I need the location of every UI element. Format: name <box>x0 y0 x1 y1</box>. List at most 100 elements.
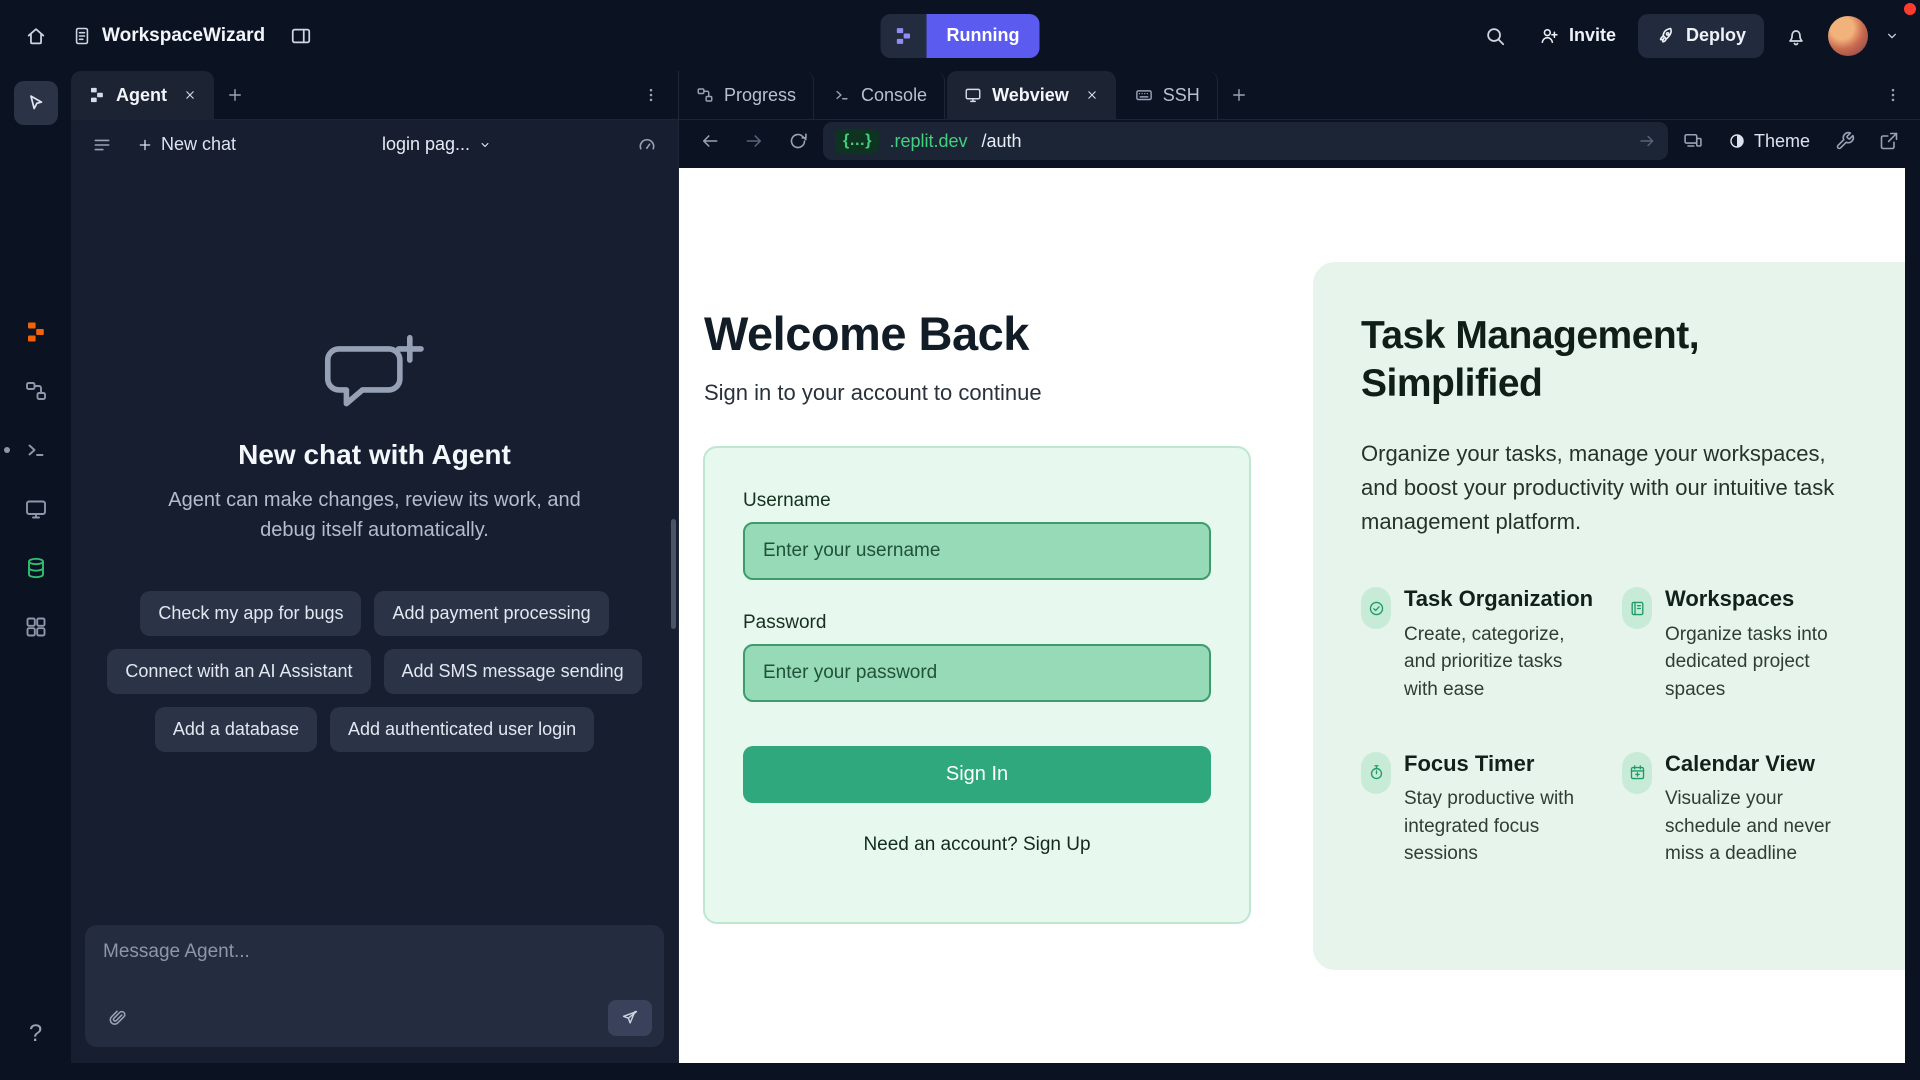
forward-button[interactable] <box>735 122 773 160</box>
feature-description: Visualize your schedule and never miss a… <box>1665 785 1861 868</box>
tab-ssh[interactable]: SSH <box>1118 71 1218 120</box>
plus-icon <box>226 86 244 104</box>
close-tab-button[interactable] <box>179 84 201 106</box>
agent-message-box[interactable] <box>85 925 664 1047</box>
tab-console[interactable]: Console <box>816 71 945 120</box>
database-rail-button[interactable] <box>14 546 58 590</box>
topbar: WorkspaceWizard Running Invite Deploy <box>0 0 1920 71</box>
list-icon <box>92 135 112 155</box>
user-plus-icon <box>1539 26 1559 46</box>
chip-check-bugs[interactable]: Check my app for bugs <box>140 591 361 636</box>
chip-payment[interactable]: Add payment processing <box>374 591 608 636</box>
feature-focus-timer: Focus Timer Stay productive with integra… <box>1361 750 1600 868</box>
agent-empty-state: New chat with Agent Agent can make chang… <box>71 169 678 911</box>
select-tool-button[interactable] <box>14 81 58 125</box>
suggestion-chips: Check my app for bugs Add payment proces… <box>94 591 656 752</box>
workspace-name: WorkspaceWizard <box>102 25 265 47</box>
send-message-button[interactable] <box>608 1000 652 1036</box>
device-preview-button[interactable] <box>1674 122 1712 160</box>
plus-icon <box>1230 86 1248 104</box>
workspace-title[interactable]: WorkspaceWizard <box>66 25 271 47</box>
agent-message-input[interactable] <box>99 939 652 965</box>
webview-panel-menu-button[interactable] <box>1874 76 1912 114</box>
console-icon <box>833 86 851 104</box>
feature-grid: Task Organization Create, categorize, an… <box>1361 585 1861 867</box>
feature-description: Organize tasks into dedicated project sp… <box>1665 621 1861 704</box>
theme-icon <box>1728 132 1746 150</box>
external-link-icon <box>1879 131 1899 151</box>
url-bar[interactable]: {…} .replit.dev /auth <box>823 122 1668 160</box>
arrow-right-icon <box>744 131 764 151</box>
open-in-new-tab-button[interactable] <box>1870 122 1908 160</box>
rail-tools-group <box>14 310 58 649</box>
notifications-button[interactable] <box>1774 14 1818 58</box>
chip-database[interactable]: Add a database <box>155 707 317 752</box>
monitor-icon <box>964 86 982 104</box>
recording-indicator-dot <box>1904 3 1916 15</box>
panel-scrollbar[interactable] <box>671 519 676 629</box>
chip-auth-login[interactable]: Add authenticated user login <box>330 707 594 752</box>
agent-panel-menu-button[interactable] <box>632 76 670 114</box>
password-label: Password <box>743 612 1211 634</box>
monitor-icon <box>24 497 48 521</box>
sign-in-button[interactable]: Sign In <box>743 746 1211 803</box>
home-button[interactable] <box>14 14 58 58</box>
chip-sms[interactable]: Add SMS message sending <box>384 649 642 694</box>
tab-ssh-label: SSH <box>1163 85 1200 106</box>
tab-webview[interactable]: Webview <box>947 71 1116 120</box>
replit-logo-icon <box>88 86 106 104</box>
agent-rail-button[interactable] <box>14 310 58 354</box>
calendar-plus-icon <box>1622 752 1652 794</box>
paperclip-icon <box>108 1008 128 1028</box>
workflows-rail-button[interactable] <box>14 369 58 413</box>
agent-usage-button[interactable] <box>628 126 666 164</box>
username-input[interactable] <box>743 522 1211 580</box>
new-chat-button[interactable]: New chat <box>127 128 246 161</box>
invite-button[interactable]: Invite <box>1527 14 1628 58</box>
agent-body: New chat login pag... New chat with Agen… <box>71 120 678 1063</box>
attach-file-button[interactable] <box>99 999 137 1037</box>
refresh-button[interactable] <box>779 122 817 160</box>
avatar[interactable] <box>1828 16 1868 56</box>
deploy-label: Deploy <box>1686 25 1746 46</box>
feature-description: Create, categorize, and prioritize tasks… <box>1404 621 1600 704</box>
webview-page: Welcome Back Sign in to your account to … <box>679 168 1905 1063</box>
new-tab-button[interactable] <box>216 76 254 114</box>
tab-agent[interactable]: Agent <box>71 71 214 120</box>
webview-rail-button[interactable] <box>14 487 58 531</box>
rocket-icon <box>1656 26 1676 46</box>
go-arrow-icon[interactable] <box>1638 132 1656 150</box>
devtools-button[interactable] <box>1826 122 1864 160</box>
chat-history-button[interactable] <box>83 126 121 164</box>
theme-button[interactable]: Theme <box>1718 125 1820 158</box>
username-label: Username <box>743 490 1211 512</box>
close-tab-button[interactable] <box>1081 84 1103 106</box>
all-tools-rail-button[interactable] <box>14 605 58 649</box>
deploy-button[interactable]: Deploy <box>1638 14 1764 58</box>
chevron-down-icon <box>478 138 492 152</box>
chip-ai-assistant[interactable]: Connect with an AI Assistant <box>107 649 370 694</box>
main-area: ? Agent New chat <box>0 71 1920 1063</box>
run-status-pill[interactable]: Running <box>881 14 1040 58</box>
search-button[interactable] <box>1473 14 1517 58</box>
wrench-icon <box>1835 131 1855 151</box>
back-button[interactable] <box>691 122 729 160</box>
feature-task-organization: Task Organization Create, categorize, an… <box>1361 585 1600 703</box>
sign-up-link[interactable]: Need an account? Sign Up <box>743 834 1211 856</box>
account-menu-button[interactable] <box>1878 14 1906 58</box>
tab-progress[interactable]: Progress <box>679 71 814 120</box>
workflows-icon <box>24 379 48 403</box>
home-icon <box>25 25 47 47</box>
password-input[interactable] <box>743 644 1211 702</box>
new-tab-button[interactable] <box>1220 76 1258 114</box>
replit-logo-icon <box>24 320 48 344</box>
feature-description: Stay productive with integrated focus se… <box>1404 785 1600 868</box>
chat-title-dropdown[interactable]: login pag... <box>372 128 502 161</box>
bottom-strip <box>0 1063 1920 1080</box>
refresh-icon <box>788 131 808 151</box>
layout-toggle-button[interactable] <box>279 14 323 58</box>
shell-rail-button[interactable] <box>14 428 58 472</box>
cursor-icon <box>25 92 47 114</box>
replit-logo-icon <box>881 14 927 58</box>
help-button[interactable]: ? <box>23 1019 48 1049</box>
